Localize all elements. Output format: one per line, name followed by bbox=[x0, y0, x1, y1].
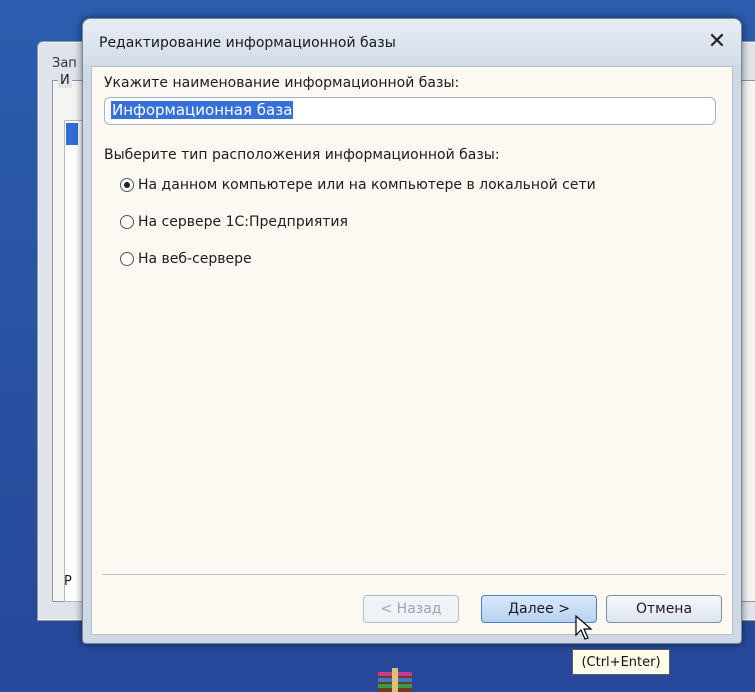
dialog-title: Редактирование информационной базы bbox=[99, 35, 396, 51]
background-window-list-selection bbox=[66, 123, 78, 145]
radio-unchecked-icon bbox=[120, 252, 134, 266]
infobase-name-value: Информационная база bbox=[111, 101, 294, 119]
close-button[interactable]: ✕ bbox=[705, 28, 729, 54]
option-web-label: На веб-сервере bbox=[138, 251, 252, 267]
option-server-radio[interactable]: На сервере 1С:Предприятия bbox=[120, 214, 348, 230]
option-local-label: На данном компьютере или на компьютере в… bbox=[138, 177, 596, 193]
cancel-button[interactable]: Отмена bbox=[606, 595, 722, 623]
background-window-title: Зап bbox=[52, 56, 77, 71]
option-local-radio[interactable]: На данном компьютере или на компьютере в… bbox=[120, 177, 596, 193]
footer-divider bbox=[102, 574, 726, 575]
option-web-radio[interactable]: На веб-сервере bbox=[120, 251, 252, 267]
back-button[interactable]: < Назад bbox=[363, 595, 459, 623]
radio-checked-icon bbox=[120, 178, 134, 192]
background-window-frame-label: И bbox=[58, 73, 72, 88]
edit-infobase-dialog: Редактирование информационной базы ✕ Ука… bbox=[82, 18, 742, 644]
infobase-name-input[interactable]: Информационная база bbox=[104, 97, 716, 125]
location-prompt-label: Выберите тип расположения информационной… bbox=[104, 147, 500, 163]
mouse-cursor-icon bbox=[575, 615, 593, 640]
option-server-label: На сервере 1С:Предприятия bbox=[138, 214, 348, 230]
archive-app-icon[interactable] bbox=[375, 668, 415, 692]
dialog-titlebar[interactable]: Редактирование информационной базы ✕ bbox=[83, 19, 741, 65]
name-prompt-label: Укажите наименование информационной базы… bbox=[104, 75, 460, 91]
background-window-bottom-label: Р bbox=[64, 574, 72, 589]
radio-unchecked-icon bbox=[120, 215, 134, 229]
close-icon: ✕ bbox=[707, 28, 727, 54]
dialog-body: Укажите наименование информационной базы… bbox=[91, 66, 733, 635]
shortcut-tooltip: (Ctrl+Enter) bbox=[572, 649, 670, 675]
